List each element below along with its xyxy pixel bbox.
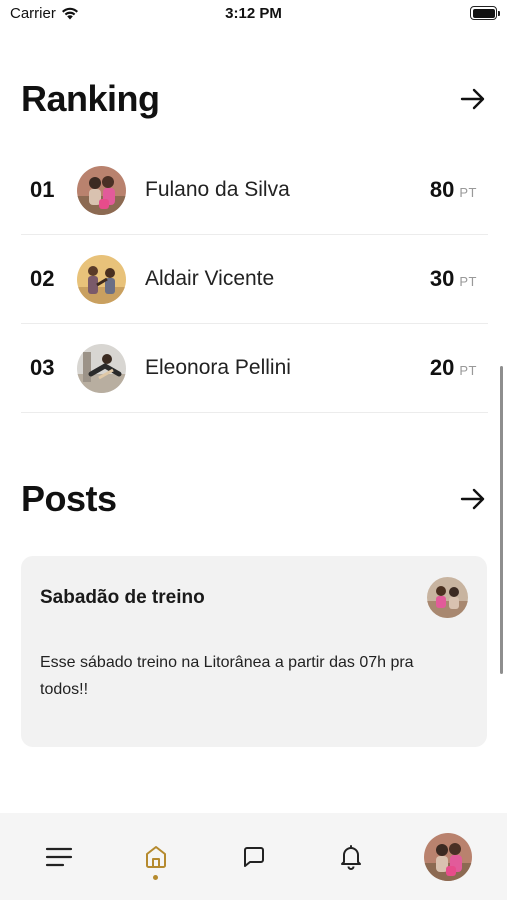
- chat-icon: [244, 846, 264, 867]
- rank-score: 20 PT: [430, 355, 488, 381]
- status-time: 3:12 PM: [225, 5, 282, 22]
- scrollbar[interactable]: [500, 366, 503, 674]
- home-icon: [146, 846, 166, 868]
- posts-see-all-button[interactable]: [458, 484, 488, 514]
- posts-title: Posts: [21, 478, 117, 519]
- tab-home[interactable]: [126, 813, 186, 900]
- bell-icon: [341, 844, 361, 870]
- rank-score: 80 PT: [430, 177, 488, 203]
- menu-icon: [45, 847, 73, 866]
- post-author-avatar[interactable]: [427, 577, 468, 618]
- rank-unit: PT: [459, 185, 477, 200]
- ranking-row[interactable]: 02 Aldair Vicente 30 PT: [21, 235, 488, 324]
- posts-header: Posts: [21, 478, 488, 520]
- avatar: [77, 165, 126, 215]
- rank-position: 03: [30, 355, 55, 380]
- ranking-header: Ranking: [21, 78, 488, 120]
- ranking-see-all-button[interactable]: [458, 84, 488, 114]
- rank-position: 01: [30, 177, 55, 202]
- active-tab-indicator: [153, 875, 158, 880]
- rank-name: Aldair Vicente: [145, 267, 275, 290]
- tab-profile[interactable]: [418, 813, 478, 900]
- rank-score: 30 PT: [430, 266, 488, 292]
- tab-menu[interactable]: [29, 813, 89, 900]
- ranking-title: Ranking: [21, 78, 160, 119]
- rank-points: 20: [429, 355, 455, 380]
- ranking-row[interactable]: 01 Fulano da Silva 80 PT: [21, 146, 488, 235]
- rank-unit: PT: [459, 363, 477, 378]
- post-title: Sabadão de treino: [40, 587, 205, 608]
- tab-chat[interactable]: [224, 813, 284, 900]
- tab-notifications[interactable]: [321, 813, 381, 900]
- ranking-row[interactable]: 03 Eleonora Pellini 20 PT: [21, 324, 488, 413]
- rank-position: 02: [30, 266, 55, 291]
- post-card[interactable]: Sabadão de treino Esse sábado treino na …: [21, 556, 487, 747]
- tab-bar: [0, 813, 507, 900]
- arrow-right-icon: [460, 488, 485, 510]
- rank-name: Fulano da Silva: [145, 178, 290, 201]
- rank-unit: PT: [459, 274, 477, 289]
- avatar: [77, 254, 126, 304]
- rank-name: Eleonora Pellini: [145, 356, 291, 379]
- post-body: Esse sábado treino na Litorânea a partir…: [40, 654, 414, 698]
- arrow-right-icon: [460, 88, 485, 110]
- ranking-list: 01 Fulano da Silva 80 PT 02 Aldair Vicen…: [21, 146, 488, 413]
- status-bar: Carrier 3:12 PM: [0, 0, 507, 28]
- rank-points: 30: [429, 266, 455, 291]
- profile-avatar: [424, 832, 472, 881]
- rank-points: 80: [429, 177, 455, 202]
- avatar: [77, 343, 126, 393]
- battery-icon: [470, 6, 500, 20]
